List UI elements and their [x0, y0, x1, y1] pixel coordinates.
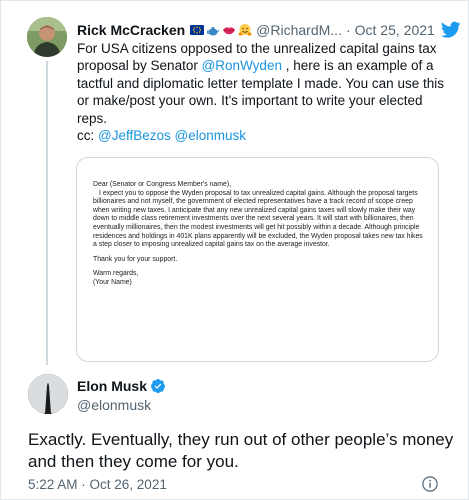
tweet-line: or make/post your own. It's important to… — [77, 92, 447, 109]
letter-salutation: Dear (Senator or Congress Member's name)… — [93, 181, 232, 188]
tweet-text-segment: , here is an example of a — [281, 58, 434, 74]
avatar[interactable] — [27, 17, 67, 57]
verified-badge-icon — [151, 379, 166, 393]
tweet-text-segment: For USA citizens opposed to the unrealiz… — [77, 41, 437, 56]
teapot-icon — [207, 27, 220, 36]
mention-link-jeffbezos[interactable]: @JeffBezos — [98, 128, 171, 143]
tweet-text-segment: reps. — [77, 110, 108, 126]
avatar[interactable] — [28, 374, 68, 414]
hugging-face-icon — [238, 24, 252, 36]
separator-dot: · — [345, 22, 351, 38]
letter-thanks: Thank you for your support. — [93, 255, 178, 263]
tweet-timestamp[interactable]: 5:22 AM · Oct 26, 2021 — [28, 477, 167, 492]
mention-link-ronwyden[interactable]: @RonWyden — [202, 58, 282, 73]
tweet-line: tactful and diplomatic letter template I… — [77, 75, 447, 92]
author-name[interactable]: Rick McCracken — [77, 22, 185, 38]
tweet-text-segment: or make/post your own. It's important to… — [77, 93, 423, 109]
main-tweet-author-row: Elon Musk — [77, 377, 166, 395]
thread-line — [46, 61, 48, 365]
twitter-bird-icon[interactable] — [440, 21, 461, 39]
parent-tweet-text: For USA citizens opposed to the unrealiz… — [77, 40, 447, 144]
letter-body: I expect you to oppose the Wyden proposa… — [93, 189, 423, 249]
author-handle[interactable]: @RichardM... — [256, 22, 342, 38]
tweet-line: reps. — [77, 110, 447, 127]
letter-text: Dear (Senator or Congress Member's name)… — [93, 181, 428, 288]
author-name[interactable]: Elon Musk — [77, 378, 147, 394]
name-emojis — [190, 23, 252, 37]
attached-image-letter[interactable]: Dear (Senator or Congress Member's name)… — [76, 157, 439, 362]
info-icon[interactable] — [421, 475, 439, 493]
tweet-text-segment: proposal by Senator — [77, 58, 202, 74]
letter-signature: (Your Name) — [93, 278, 132, 286]
tweet-line: For USA citizens opposed to the unrealiz… — [77, 40, 447, 57]
lips-icon — [223, 27, 236, 35]
letter-closing: Warm regards, — [93, 270, 139, 278]
cc-line: cc: @JeffBezos @elonmusk — [77, 127, 447, 144]
tweet-date[interactable]: Oct 25, 2021 — [355, 22, 435, 38]
tweet-card: Rick McCracken @RichardM... · Oct 25, 20… — [0, 0, 469, 500]
mention-link-elonmusk[interactable]: @elonmusk — [175, 128, 246, 143]
author-handle[interactable]: @elonmusk — [77, 397, 151, 413]
main-tweet-text: Exactly. Eventually, they run out of oth… — [28, 430, 454, 471]
parent-tweet-header: Rick McCracken @RichardM... · Oct 25, 20… — [77, 21, 462, 39]
tweet-text-segment: tactful and diplomatic letter template I… — [77, 75, 444, 91]
cc-label: cc: — [77, 128, 99, 144]
tweet-line: proposal by Senator @RonWyden , here is … — [77, 57, 447, 74]
eu-flag-icon — [190, 25, 205, 35]
